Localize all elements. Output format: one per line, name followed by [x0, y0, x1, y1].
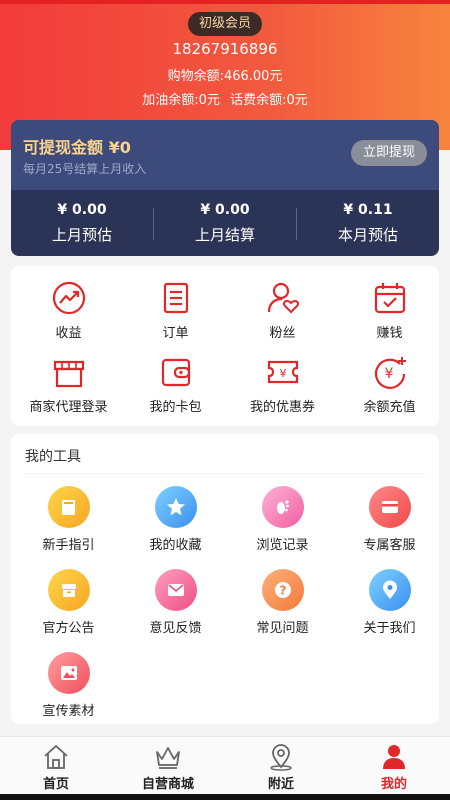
tool-customer-service[interactable]: 专属客服 — [336, 486, 443, 553]
member-level-badge: 初级会员 — [188, 12, 262, 36]
order-list-icon — [163, 282, 188, 314]
coupon-icon: ¥ — [267, 360, 298, 384]
menu-item-merchant-login[interactable]: 商家代理登录 — [15, 354, 122, 415]
fans-heart-icon — [267, 282, 299, 314]
menu-item-earnings[interactable]: 收益 — [15, 280, 122, 341]
location-pin-icon — [368, 569, 411, 611]
tab-label: 首页 — [42, 777, 69, 792]
map-pin-icon — [270, 744, 292, 771]
menu-label: 商家代理登录 — [29, 400, 108, 415]
tool-label: 专属客服 — [363, 538, 416, 553]
svg-text:¥: ¥ — [279, 367, 286, 380]
footprint-icon — [261, 486, 304, 528]
tools-title: 我的工具 — [25, 449, 81, 465]
withdraw-button[interactable]: 立即提现 — [351, 140, 427, 166]
stat-last-month-settled[interactable]: ¥ 0.00 上月结算 — [154, 202, 296, 245]
fuel-phone-balance: 加油余额:0元 话费余额:0元 — [142, 93, 308, 108]
user-icon — [383, 745, 405, 769]
menu-label: 我的卡包 — [149, 400, 202, 415]
tool-browse-history[interactable]: 浏览记录 — [229, 486, 336, 553]
question-icon: ? — [261, 569, 304, 611]
yuan-recharge-icon: ¥ — [374, 357, 406, 389]
menu-item-coupons[interactable]: ¥ 我的优惠券 — [229, 354, 336, 415]
tool-favorites[interactable]: 我的收藏 — [122, 486, 229, 553]
bottom-tab-bar: 首页 自营商城 附近 我的 — [0, 736, 450, 800]
tab-label: 自营商城 — [141, 777, 194, 792]
stat-label: 本月预估 — [337, 226, 398, 244]
stat-value: ¥ 0.11 — [343, 202, 393, 218]
menu-item-fans[interactable]: 粉丝 — [229, 280, 336, 341]
withdrawable-amount: 可提现金额 ¥0 — [23, 138, 131, 157]
tools-card: 我的工具 新手指引 我的收藏 浏览记录 专属客服 官方公告 意见反馈 ? 常见问… — [11, 434, 439, 724]
divider — [25, 473, 425, 474]
mail-icon — [154, 569, 197, 611]
tool-label: 浏览记录 — [256, 538, 309, 553]
svg-text:¥: ¥ — [384, 366, 393, 382]
menu-label: 我的优惠券 — [249, 400, 315, 415]
tool-faq[interactable]: ? 常见问题 — [229, 569, 336, 636]
menu-label: 订单 — [162, 326, 189, 341]
stat-value: ¥ 0.00 — [200, 202, 250, 218]
tool-label: 常见问题 — [256, 621, 309, 636]
tool-label: 官方公告 — [42, 621, 95, 636]
calendar-check-icon — [374, 283, 405, 314]
stat-this-month-estimate[interactable]: ¥ 0.11 本月预估 — [297, 202, 439, 245]
stat-value: ¥ 0.00 — [57, 202, 107, 218]
star-icon — [154, 486, 197, 528]
svg-text:?: ? — [279, 584, 286, 598]
tool-label: 我的收藏 — [149, 538, 202, 553]
book-icon — [47, 486, 90, 528]
phone-number: 18267916896 — [172, 40, 278, 58]
menu-card: 收益 订单 粉丝 赚钱 商家代理登录 我的卡包 ¥ 我的优惠券 ¥ 余额充值 — [11, 266, 439, 426]
home-icon — [44, 744, 68, 769]
announcement-box-icon — [47, 569, 90, 611]
stat-label: 上月结算 — [194, 226, 255, 244]
stat-last-month-estimate[interactable]: ¥ 0.00 上月预估 — [11, 202, 153, 245]
stat-label: 上月预估 — [51, 226, 112, 244]
tab-home[interactable]: 首页 — [0, 743, 112, 792]
tool-label: 新手指引 — [42, 538, 95, 553]
wallet-card: 可提现金额 ¥0 每月25号结算上月收入 立即提现 ¥ 0.00 上月预估 ¥ … — [11, 120, 439, 256]
tool-label: 意见反馈 — [149, 621, 202, 636]
menu-label: 粉丝 — [269, 326, 296, 341]
tab-self-operated-mall[interactable]: 自营商城 — [112, 743, 224, 792]
tab-nearby[interactable]: 附近 — [225, 743, 337, 792]
tool-label: 宣传素材 — [42, 704, 95, 719]
tool-announcements[interactable]: 官方公告 — [15, 569, 122, 636]
tool-promo-materials[interactable]: 宣传素材 — [15, 652, 122, 719]
store-icon — [53, 360, 84, 388]
menu-label: 收益 — [55, 326, 82, 341]
tab-label: 附近 — [267, 777, 294, 792]
menu-item-card-wallet[interactable]: 我的卡包 — [122, 354, 229, 415]
menu-item-recharge[interactable]: ¥ 余额充值 — [336, 354, 443, 415]
crown-icon — [156, 747, 180, 769]
status-bar — [0, 0, 450, 4]
tool-beginner-guide[interactable]: 新手指引 — [15, 486, 122, 553]
card-service-icon — [368, 486, 411, 528]
earnings-chart-icon — [52, 281, 85, 315]
menu-item-earn-money[interactable]: 赚钱 — [336, 280, 443, 341]
tab-label: 我的 — [380, 777, 407, 792]
menu-label: 余额充值 — [363, 400, 416, 415]
shopping-balance: 购物余额:466.00元 — [167, 69, 283, 84]
tool-about-us[interactable]: 关于我们 — [336, 569, 443, 636]
settlement-note: 每月25号结算上月收入 — [23, 162, 147, 176]
image-icon — [47, 652, 90, 694]
wallet-icon — [161, 358, 190, 387]
tool-feedback[interactable]: 意见反馈 — [122, 569, 229, 636]
system-nav-bar — [0, 794, 450, 800]
menu-item-orders[interactable]: 订单 — [122, 280, 229, 341]
menu-label: 赚钱 — [376, 326, 403, 341]
tool-label: 关于我们 — [363, 621, 416, 636]
tab-mine[interactable]: 我的 — [338, 743, 450, 792]
